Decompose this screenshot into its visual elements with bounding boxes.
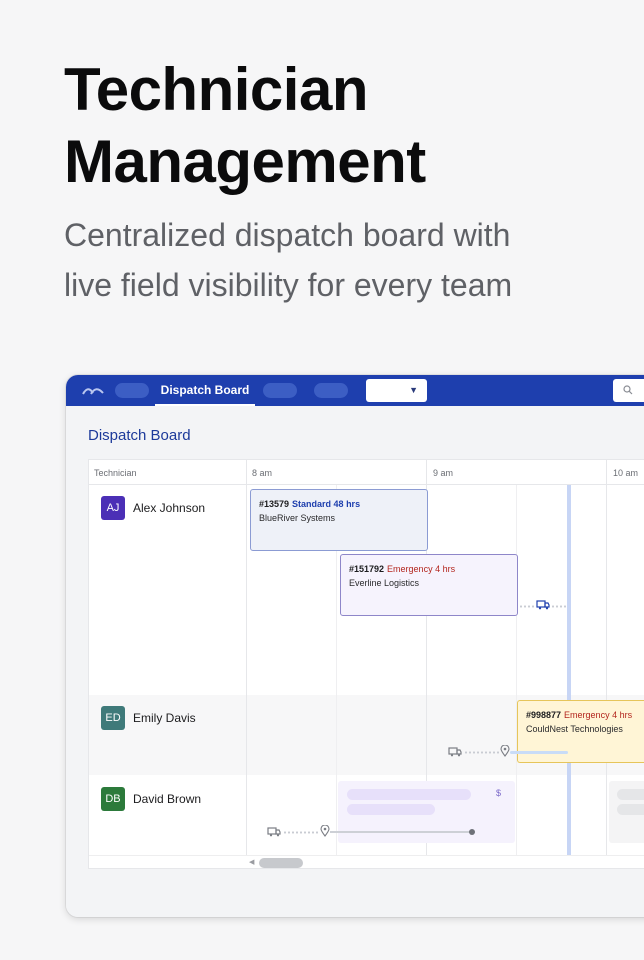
- scroll-left-icon[interactable]: ◀: [249, 858, 254, 866]
- nav-tab-placeholder-2[interactable]: [263, 383, 297, 398]
- job-card-placeholder[interactable]: [609, 781, 644, 843]
- travel-route-active: [510, 751, 568, 754]
- technician-name: Alex Johnson: [133, 501, 206, 515]
- job-card-13579[interactable]: #13579 Standard 48 hrs BlueRiver Systems: [250, 489, 428, 551]
- technician-alex-johnson[interactable]: AJ Alex Johnson: [101, 496, 205, 520]
- tab-dispatch-board[interactable]: Dispatch Board: [155, 375, 255, 406]
- job-card-151792[interactable]: #151792 Emergency 4 hrs Everline Logistic…: [340, 554, 518, 616]
- job-id: #151792: [349, 564, 385, 574]
- job-client: CouldNest Technologies: [526, 724, 623, 734]
- hero-subtitle-line-1: Centralized dispatch board with: [64, 217, 511, 253]
- technician-name: Emily Davis: [133, 711, 196, 725]
- job-card-placeholder[interactable]: $: [338, 781, 515, 843]
- dispatch-board: Technician 8 am 9 am 10 am AJ Alex Johns…: [88, 459, 644, 869]
- skeleton-line: [617, 789, 644, 800]
- hero-title-line-2: Management: [64, 128, 426, 195]
- page-title: Dispatch Board: [88, 427, 191, 444]
- route-end-dot: [469, 829, 475, 835]
- column-header-time-2: 9 am: [433, 468, 454, 478]
- technician-emily-davis[interactable]: ED Emily Davis: [101, 706, 196, 730]
- truck-icon: [448, 747, 462, 757]
- price-icon: $: [496, 788, 502, 798]
- location-pin-icon: [500, 745, 510, 757]
- grid-divider: [606, 460, 607, 855]
- current-time-indicator: [567, 485, 571, 855]
- horizontal-scrollbar[interactable]: ◀: [89, 855, 644, 870]
- travel-route: [519, 605, 535, 608]
- column-header-time-1: 8 am: [252, 468, 273, 478]
- job-priority: Standard 48 hrs: [292, 499, 361, 509]
- top-nav-bar: Dispatch Board ▼: [66, 375, 644, 406]
- travel-route: [464, 751, 500, 754]
- hero-subtitle: Centralized dispatch board with live fie…: [64, 210, 512, 310]
- search-icon: [623, 385, 633, 395]
- truck-icon: [536, 600, 550, 610]
- travel-route: [283, 831, 319, 834]
- hero-title-line-1: Technician: [64, 56, 368, 123]
- travel-route: [551, 605, 567, 608]
- main-content: Dispatch Board Technician 8 am 9 am 10 a…: [66, 406, 644, 917]
- location-pin-icon: [320, 825, 330, 837]
- job-id: #13579: [259, 499, 290, 509]
- technician-name: David Brown: [133, 792, 202, 806]
- hero-title: Technician Management: [64, 54, 426, 198]
- app-window: Dispatch Board ▼ Dispatch Board Technici…: [66, 375, 644, 917]
- app-logo-icon: [82, 388, 104, 395]
- job-priority: Emergency 4 hrs: [387, 564, 456, 574]
- truck-icon: [267, 827, 281, 837]
- avatar: AJ: [101, 496, 125, 520]
- skeleton-line: [617, 804, 644, 815]
- skeleton-line: [347, 804, 435, 815]
- board-header: Technician 8 am 9 am 10 am: [89, 460, 644, 485]
- nav-tab-placeholder-3[interactable]: [314, 383, 348, 398]
- grid-divider: [246, 460, 247, 855]
- column-header-time-3: 10 am: [613, 468, 639, 478]
- avatar: DB: [101, 787, 125, 811]
- column-header-technician: Technician: [94, 468, 137, 478]
- chevron-down-icon: ▼: [409, 385, 418, 395]
- job-client: Everline Logistics: [349, 578, 420, 588]
- skeleton-line: [347, 789, 471, 800]
- job-client: BlueRiver Systems: [259, 513, 336, 523]
- nav-tab-placeholder-1[interactable]: [115, 383, 149, 398]
- job-id: #998877: [526, 710, 562, 720]
- top-dropdown[interactable]: ▼: [366, 379, 427, 402]
- grid-subdivider: [516, 485, 517, 855]
- job-priority: Emergency 4 hrs: [564, 710, 633, 720]
- scrollbar-thumb[interactable]: [259, 858, 303, 868]
- search-field[interactable]: [613, 379, 644, 402]
- avatar: ED: [101, 706, 125, 730]
- technician-david-brown[interactable]: DB David Brown: [101, 787, 201, 811]
- travel-route-planned: [330, 831, 470, 833]
- hero-subtitle-line-2: live field visibility for every team: [64, 267, 513, 303]
